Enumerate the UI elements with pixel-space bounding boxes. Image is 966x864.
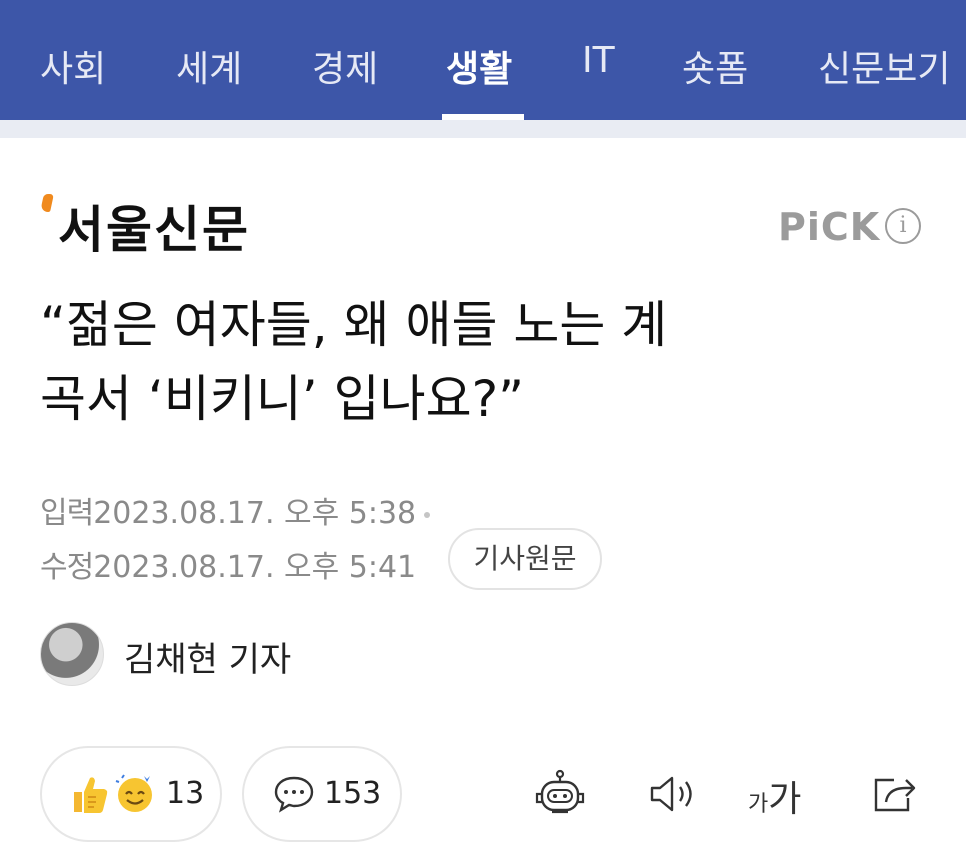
reaction-button[interactable]: 13 [40,746,222,842]
pick-badge: PiCK [778,205,881,249]
headline-line-1: “젊은 여자들, 왜 애들 노는 계 [40,296,668,354]
article-headline: “젊은 여자들, 왜 애들 노는 계 곡서 ‘비키니’ 입나요?” [40,288,920,436]
smile-face-icon [115,774,152,812]
comment-count: 153 [324,776,382,811]
font-size-button[interactable]: 가가 [748,770,801,822]
comment-bubble-icon [274,776,314,813]
original-article-button[interactable]: 기사원문 [448,528,602,590]
headline-line-2: 곡서 ‘비키니’ 입나요?” [40,370,525,428]
modified-time: 수정2023.08.17. 오후 5:41 [40,542,416,586]
section-nav-bar: 사회 세계 경제 생활 IT 숏폼 신문보기 [0,0,966,120]
reporter-avatar[interactable] [40,622,104,686]
modified-value: 2023.08.17. 오후 5:41 [93,550,417,585]
font-size-large-glyph: 가 [768,779,802,820]
comment-button[interactable]: 153 [242,746,402,842]
nav-tab-life[interactable]: 생활 [446,40,512,92]
share-icon[interactable] [864,768,924,820]
nav-tab-society[interactable]: 사회 [40,40,106,92]
nav-tab-shortform[interactable]: 숏폼 [682,40,748,92]
published-label: 입력 [40,496,94,531]
press-logo-text: 서울신문 [58,200,250,259]
nav-divider [0,120,966,138]
meta-dot [424,511,431,518]
speaker-icon[interactable] [642,768,702,820]
reporter-name[interactable]: 김채현 기자 [124,632,291,681]
published-time: 입력2023.08.17. 오후 5:38 [40,488,431,532]
nav-tab-world[interactable]: 세계 [176,40,242,92]
reaction-count: 13 [166,776,205,811]
logo-accent-mark [40,194,54,212]
nav-tab-economy[interactable]: 경제 [312,40,378,92]
nav-tab-it[interactable]: IT [582,40,615,81]
nav-tab-newspaper[interactable]: 신문보기 [818,40,950,92]
info-icon[interactable]: i [885,208,921,244]
font-size-small-glyph: 가 [748,792,769,817]
modified-label: 수정 [40,550,94,585]
published-value: 2023.08.17. 오후 5:38 [93,496,417,531]
thumbs-up-icon [74,777,108,813]
robot-summary-icon[interactable] [530,768,590,820]
